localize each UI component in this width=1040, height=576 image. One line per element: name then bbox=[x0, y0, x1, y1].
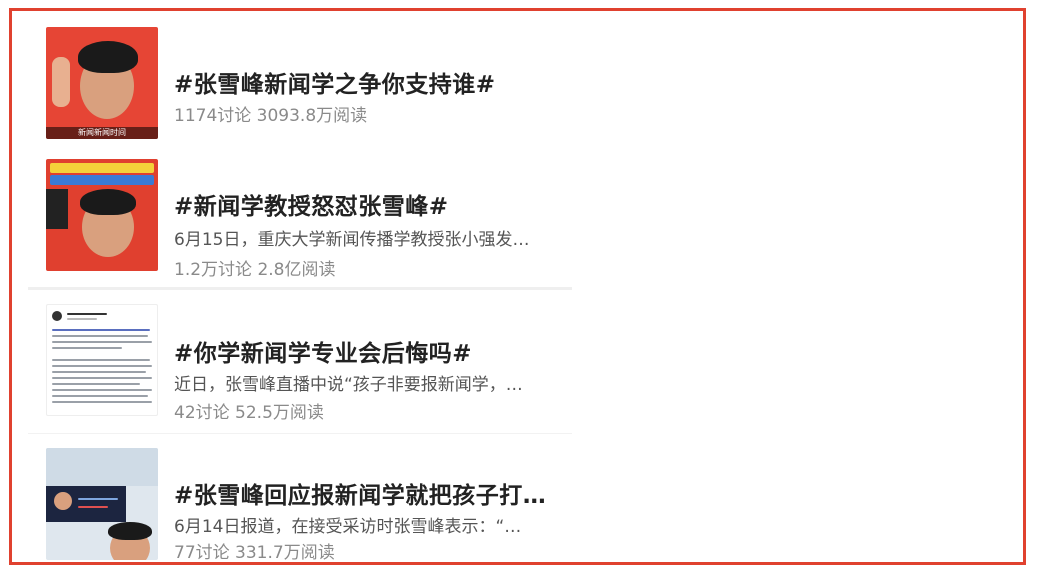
topic-thumbnail-1[interactable]: 新闻新闻时间 bbox=[46, 27, 158, 139]
topic-stats-4: 77讨论 331.7万阅读 bbox=[174, 543, 335, 563]
thumbnail-caption: 新闻新闻时间 bbox=[46, 127, 158, 139]
topic-stats-1: 1174讨论 3093.8万阅读 bbox=[174, 106, 368, 126]
raised-hand-icon bbox=[52, 57, 70, 107]
topic-thumbnail-3[interactable] bbox=[46, 304, 158, 416]
person-hair-shape bbox=[80, 189, 136, 215]
avatar-icon bbox=[52, 311, 62, 321]
topic-title-2[interactable]: #新闻学教授怒怼张雪峰# bbox=[174, 187, 449, 221]
topic-item-2[interactable]: #新闻学教授怒怼张雪峰# 6月15日，重庆大学新闻传播学教授张小强发… 1.2万… bbox=[28, 153, 572, 287]
background-window-shape bbox=[46, 448, 158, 486]
topic-desc-2: 6月15日，重庆大学新闻传播学教授张小强发… bbox=[174, 230, 530, 250]
thumbnail-banner-blue bbox=[50, 175, 154, 185]
person-hair-shape bbox=[78, 41, 138, 73]
topic-item-3[interactable]: #你学新闻学专业会后悔吗# 近日，张雪峰直播中说“孩子非要报新闻学，… 42讨论… bbox=[28, 290, 572, 432]
topic-stats-2: 1.2万讨论 2.8亿阅读 bbox=[174, 260, 336, 280]
topic-item-4[interactable]: #张雪峰回应报新闻学就把孩子打… 6月14日报道，在接受采访时张雪峰表示：“… … bbox=[28, 434, 572, 570]
topic-thumbnail-2[interactable] bbox=[46, 159, 158, 271]
topic-item-1[interactable]: 新闻新闻时间 #张雪峰新闻学之争你支持谁# 1174讨论 3093.8万阅读 bbox=[28, 23, 572, 153]
topic-stats-3: 42讨论 52.5万阅读 bbox=[174, 403, 324, 423]
topic-title-1[interactable]: #张雪峰新闻学之争你支持谁# bbox=[174, 65, 496, 99]
highlight-frame: 新闻新闻时间 #张雪峰新闻学之争你支持谁# 1174讨论 3093.8万阅读 #… bbox=[9, 8, 1026, 565]
topic-title-3[interactable]: #你学新闻学专业会后悔吗# bbox=[174, 334, 472, 368]
person-hair-shape bbox=[108, 522, 152, 540]
host-avatar-icon bbox=[54, 492, 72, 510]
topic-desc-4: 6月14日报道，在接受采访时张雪峰表示：“… bbox=[174, 517, 522, 537]
topic-desc-3: 近日，张雪峰直播中说“孩子非要报新闻学，… bbox=[174, 375, 523, 395]
topic-thumbnail-4[interactable] bbox=[46, 448, 158, 560]
topic-title-4[interactable]: #张雪峰回应报新闻学就把孩子打… bbox=[174, 476, 546, 510]
microphone-shape bbox=[46, 189, 68, 229]
thumbnail-banner-yellow bbox=[50, 163, 154, 173]
